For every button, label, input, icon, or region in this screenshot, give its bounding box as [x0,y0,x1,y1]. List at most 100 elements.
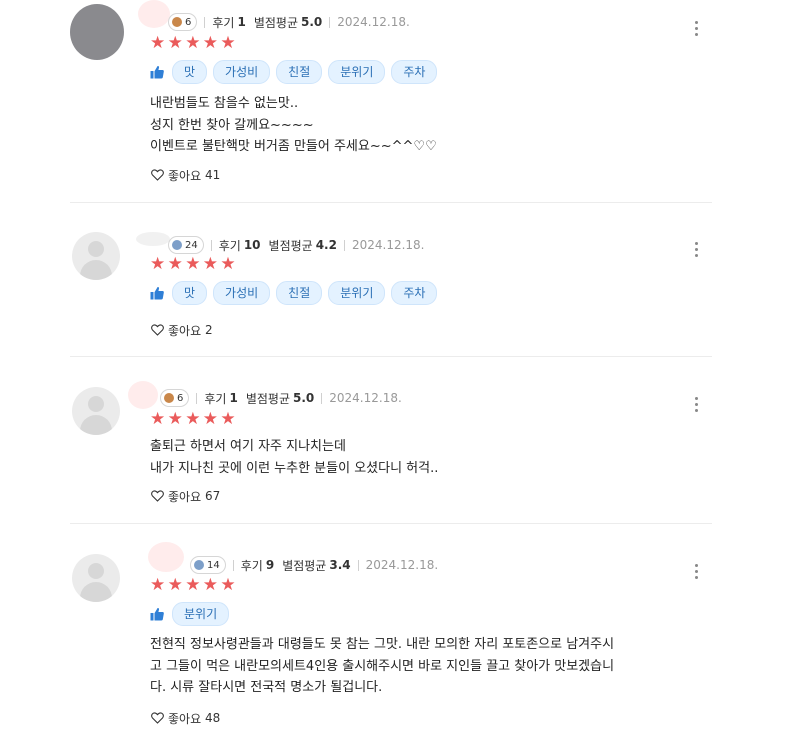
reviews-count: 9 [265,558,275,572]
star-icon: ★ [185,575,201,595]
avg-label: 별점평균 [268,238,313,253]
level-icon [172,17,182,27]
tag-chip[interactable]: 친절 [276,281,323,305]
tag-chip[interactable]: 가성비 [213,60,271,84]
heart-icon [151,324,164,336]
star-icon: ★ [167,409,183,429]
like-label: 좋아요 [168,168,202,183]
review-text: 내란범들도 참을수 없는맛.. 성지 한번 찾아 갈께요~~~~ 이벤트로 불탄… [150,96,437,154]
heart-icon [151,712,164,724]
review-date: 2024.12.18. [365,558,439,572]
heart-icon [151,490,164,502]
tag-chip[interactable]: 분위기 [328,281,386,305]
star-icon: ★ [185,33,201,53]
level-icon [194,560,204,570]
tag-chip[interactable]: 주차 [391,60,438,84]
reviewer-name[interactable] [148,542,184,572]
reviews-label: 후기 [204,391,227,406]
star-icon: ★ [167,575,183,595]
like-button[interactable]: 좋아요 2 [151,322,213,338]
tag-chip[interactable]: 맛 [172,60,208,84]
avg-value: 4.2 [315,238,337,252]
like-button[interactable]: 좋아요 41 [151,167,220,183]
reviews-label: 후기 [240,558,263,573]
star-icon: ★ [167,254,183,274]
reviewer-name[interactable] [128,381,158,409]
star-icon: ★ [220,409,236,429]
star-icon: ★ [220,254,236,274]
reviews-count: 1 [229,391,238,405]
star-icon: ★ [202,33,219,53]
tag-chip[interactable]: 주차 [391,281,438,305]
star-icon: ★ [150,575,166,595]
avatar[interactable] [72,232,120,280]
more-options-icon[interactable] [686,560,706,582]
star-icon: ★ [220,575,236,595]
thumbs-up-icon [150,607,164,621]
reviewer-name[interactable] [136,232,170,246]
reviews-label: 후기 [218,238,241,253]
level-icon [164,393,174,403]
reviewer-meta: 6 후기 1 별점평균 5.0 2024.12.18. [168,13,410,31]
avatar[interactable] [72,554,120,602]
review-item: 6 후기 1 별점평균 5.0 2024.12.18. ★ ★ ★ ★ ★ 맛 가성비 친절… [70,0,712,203]
level-badge: 6 [160,389,190,407]
level-badge: 24 [168,236,204,254]
like-label: 좋아요 [168,323,202,338]
more-options-icon[interactable] [686,17,706,39]
more-options-icon[interactable] [686,393,706,415]
tag-chip[interactable]: 분위기 [172,602,230,626]
review-text: 전현직 정보사령관들과 대령들도 못 참는 그맛. 내란 모의한 자리 포토존으… [150,637,615,695]
like-button[interactable]: 좋아요 67 [151,488,220,504]
reviewer-meta: 24 후기 10 별점평균 4.2 2024.12.18. [168,236,425,254]
more-options-icon[interactable] [686,238,706,260]
reviewer-name[interactable] [138,0,170,28]
star-icon: ★ [185,254,201,274]
tag-list: 맛 가성비 친절 분위기 주차 [150,281,443,305]
avg-value: 5.0 [301,15,323,29]
star-rating: ★ ★ ★ ★ ★ [150,33,238,53]
like-count: 67 [204,489,221,503]
tag-chip[interactable]: 가성비 [213,281,271,305]
tag-chip[interactable]: 맛 [172,281,208,305]
review-date: 2024.12.18. [337,15,410,29]
like-button[interactable]: 좋아요 48 [151,710,220,726]
avg-label: 별점평균 [253,15,298,30]
star-rating: ★ ★ ★ ★ ★ [150,254,238,274]
star-icon: ★ [202,254,219,274]
reviews-count: 10 [243,238,261,252]
like-label: 좋아요 [168,711,202,726]
level-icon [172,240,182,250]
reviews-count: 1 [237,15,246,29]
avatar[interactable] [72,387,120,435]
reviewer-meta: 14 후기 9 별점평균 3.4 2024.12.18. [190,556,438,574]
reviews-label: 후기 [212,15,235,30]
review-text: 출퇴근 하면서 여기 자주 지나치는데 내가 지나친 곳에 이런 누추한 분들이… [150,439,439,476]
avatar[interactable] [70,4,124,60]
star-icon: ★ [202,409,219,429]
star-icon: ★ [150,409,166,429]
avg-label: 별점평균 [245,391,290,406]
review-date: 2024.12.18. [329,391,402,405]
star-rating: ★ ★ ★ ★ ★ [150,575,238,595]
star-rating: ★ ★ ★ ★ ★ [150,409,238,429]
avg-value: 3.4 [329,558,351,572]
star-icon: ★ [150,33,166,53]
review-item: 14 후기 9 별점평균 3.4 2024.12.18. ★ ★ ★ ★ ★ 분위기 전현직… [70,524,712,730]
star-icon: ★ [167,33,183,53]
thumbs-up-icon [150,286,164,300]
level-badge: 14 [190,556,226,574]
star-icon: ★ [202,575,219,595]
like-label: 좋아요 [168,489,202,504]
tag-list: 분위기 [150,602,235,626]
level-badge: 6 [168,13,198,31]
reviewer-meta: 6 후기 1 별점평균 5.0 2024.12.18. [160,389,402,407]
like-count: 41 [204,168,221,182]
review-item: 6 후기 1 별점평균 5.0 2024.12.18. ★ ★ ★ ★ ★ 출퇴근 하면서 … [70,357,712,524]
review-date: 2024.12.18. [351,238,425,252]
star-icon: ★ [220,33,236,53]
tag-chip[interactable]: 친절 [276,60,323,84]
tag-list: 맛 가성비 친절 분위기 주차 [150,60,443,84]
like-count: 48 [204,711,221,725]
tag-chip[interactable]: 분위기 [328,60,386,84]
